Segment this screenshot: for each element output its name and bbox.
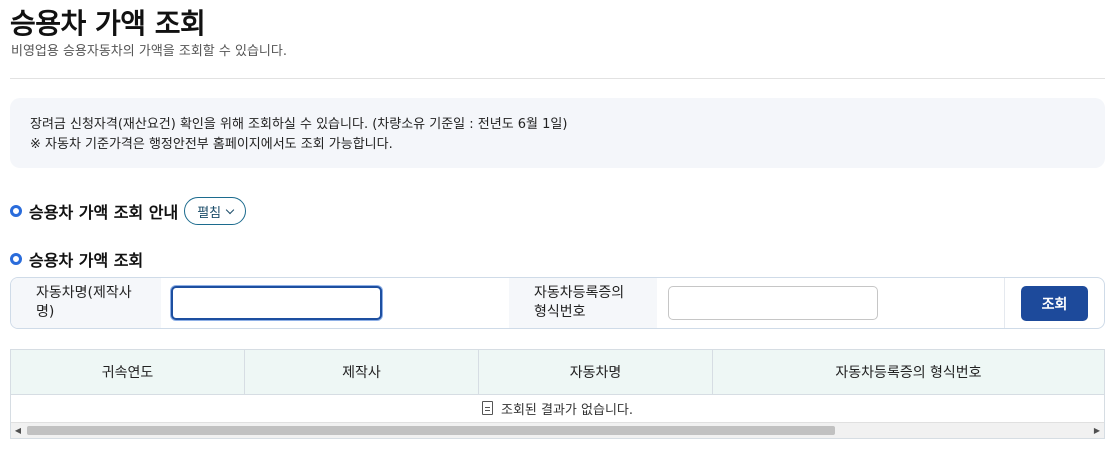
search-separator: [1004, 278, 1005, 328]
column-header-reg-type: 자동차등록증의 형식번호: [835, 365, 982, 381]
page-title: 승용차 가액 조회: [10, 7, 206, 40]
page-description: 비영업용 승용자동차의 가액을 조회할 수 있습니다.: [11, 44, 287, 59]
scrollbar-thumb[interactable]: [27, 426, 835, 435]
table-header: 귀속연도 제작사 자동차명 자동차등록증의 형식번호: [11, 350, 1104, 395]
chevron-down-icon: [225, 205, 235, 214]
reg-type-label: 자동차등록증의 형식번호: [509, 278, 657, 328]
scroll-left-arrow-icon[interactable]: ◀: [11, 423, 25, 438]
search-title-text: 승용차 가액 조회: [29, 251, 144, 270]
expand-toggle-button[interactable]: 펼침: [184, 197, 247, 225]
results-table: 귀속연도 제작사 자동차명 자동차등록증의 형식번호 조회된 결과가 없습니다.…: [10, 349, 1105, 439]
guide-section-title: 승용차 가액 조회 안내 펼침: [10, 197, 247, 225]
search-section-title: 승용차 가액 조회: [10, 247, 143, 271]
document-icon: [482, 401, 493, 415]
notice-line-1: 장려금 신청자격(재산요건) 확인을 위해 조회하실 수 있습니다. (차량소유…: [30, 117, 568, 132]
empty-result-row: 조회된 결과가 없습니다.: [11, 395, 1104, 421]
search-form: 자동차명(제작사 명) 자동차등록증의 형식번호 조회: [10, 277, 1105, 329]
reg-type-input[interactable]: [668, 286, 878, 320]
expand-toggle-label: 펼침: [197, 205, 222, 221]
column-header-maker: 제작사: [245, 350, 479, 394]
car-name-label: 자동차명(제작사 명): [11, 278, 161, 328]
scroll-right-arrow-icon[interactable]: ▶: [1090, 423, 1104, 438]
bullet-icon: [10, 205, 22, 217]
empty-result-text: 조회된 결과가 없습니다.: [501, 402, 633, 418]
notice-line-2: ※ 자동차 기준가격은 행정안전부 홈페이지에서도 조회 가능합니다.: [30, 137, 393, 152]
car-name-input[interactable]: [171, 286, 382, 320]
horizontal-scrollbar[interactable]: ◀ ▶: [11, 422, 1104, 438]
guide-title-text: 승용차 가액 조회 안내: [29, 203, 179, 222]
column-header-car-name: 자동차명: [479, 350, 713, 394]
search-button[interactable]: 조회: [1021, 286, 1088, 321]
bullet-icon: [10, 253, 22, 265]
divider: [10, 78, 1105, 79]
column-header-year: 귀속연도: [11, 350, 245, 394]
notice-box: 장려금 신청자격(재산요건) 확인을 위해 조회하실 수 있습니다. (차량소유…: [10, 98, 1105, 168]
